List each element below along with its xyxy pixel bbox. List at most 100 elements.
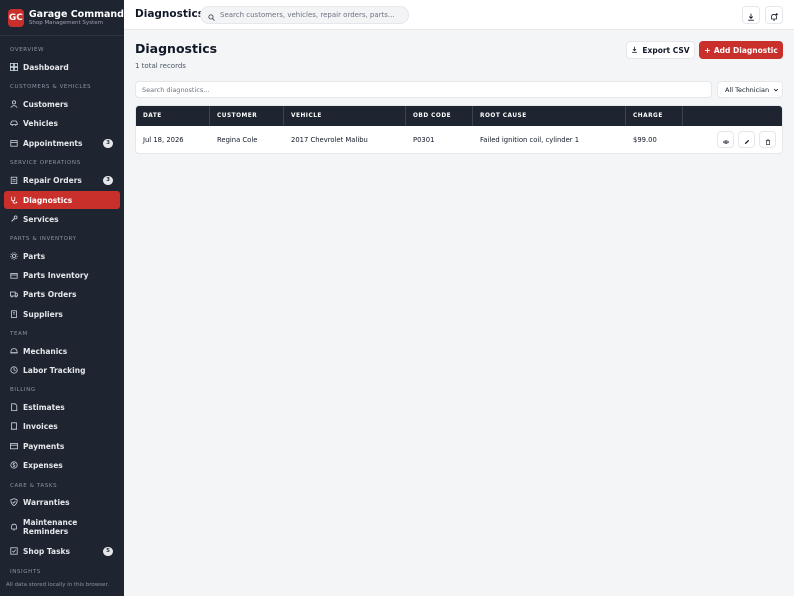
gear-icon (10, 252, 18, 260)
sidebar-item-dashboard[interactable]: Dashboard (4, 58, 120, 76)
technician-filter-select[interactable]: All Technician (717, 81, 783, 98)
car-icon (10, 119, 18, 127)
notification-icon (770, 6, 778, 25)
diagnostics-search-input[interactable] (135, 81, 712, 98)
sidebar-item-repair-orders[interactable]: Repair Orders 3 (4, 171, 120, 189)
export-label: Export CSV (642, 45, 690, 55)
sidebar-item-label: Appointments (23, 138, 83, 148)
chevron-down-icon (773, 88, 779, 92)
sidebar-item-label: Maintenance Reminders (23, 518, 78, 536)
truck-icon (10, 290, 18, 298)
export-csv-button[interactable]: Export CSV (626, 41, 695, 59)
add-diagnostic-button[interactable]: + Add Diagnostic (699, 41, 783, 59)
document-icon (10, 403, 18, 411)
sidebar-item-mechanics[interactable]: Mechanics (4, 342, 120, 360)
section-team: Team (10, 331, 28, 337)
sidebar-item-label: Customers (23, 99, 69, 109)
sidebar-item-diagnostics[interactable]: Diagnostics (4, 191, 120, 209)
section-customers-vehicles: Customers & Vehicles (10, 84, 92, 90)
cell-vehicle: 2017 Chevrolet Malibu (291, 136, 368, 144)
topbar: Diagnostics (124, 0, 794, 30)
table-header: Date Customer Vehicle OBD Code Root Caus… (136, 106, 782, 126)
plus-icon: + (704, 45, 711, 55)
sidebar-item-label: Parts (23, 251, 46, 261)
column-header-customer[interactable]: Customer (210, 106, 284, 126)
cell-customer: Regina Cole (217, 136, 258, 144)
cell-root-cause: Failed ignition coil, cylinder 1 (480, 136, 580, 144)
sidebar-item-label: Services (23, 214, 59, 224)
section-care-tasks: Care & Tasks (10, 483, 58, 489)
diagnostics-table: Date Customer Vehicle OBD Code Root Caus… (135, 105, 783, 154)
receipt-icon (10, 422, 18, 430)
search-icon (208, 6, 215, 25)
sidebar-item-suppliers[interactable]: Suppliers (4, 305, 120, 323)
clock-icon (10, 366, 18, 374)
record-count: 1 total records (135, 62, 186, 70)
grid-icon (10, 63, 18, 71)
column-header-obd-code[interactable]: OBD Code (406, 106, 473, 126)
users-icon (10, 100, 18, 108)
notifications-button[interactable] (765, 6, 783, 24)
sidebar-item-payments[interactable]: Payments (4, 437, 120, 455)
count-badge: 3 (103, 175, 113, 185)
column-header-date[interactable]: Date (136, 106, 210, 126)
pencil-icon (744, 130, 750, 149)
bell-icon (10, 523, 18, 531)
boxes-icon (10, 271, 18, 279)
sidebar-item-labor-tracking[interactable]: Labor Tracking (4, 361, 120, 379)
table-row[interactable]: Jul 18, 2026 Regina Cole 2017 Chevrolet … (136, 126, 782, 153)
dollar-icon (10, 461, 18, 469)
section-insights: Insights (10, 569, 41, 575)
download-button[interactable] (742, 6, 760, 24)
section-parts-inventory: Parts & Inventory (10, 236, 77, 242)
sidebar-item-appointments[interactable]: Appointments 3 (4, 134, 120, 152)
sidebar-item-maintenance-reminders[interactable]: Maintenance Reminders (4, 514, 120, 540)
brand-logo: GC (8, 8, 24, 27)
column-header-root-cause[interactable]: Root Cause (473, 106, 626, 126)
clipboard-icon (10, 176, 18, 184)
section-billing: Billing (10, 387, 36, 393)
brand-title: Garage Command (28, 8, 124, 20)
sidebar-item-label: Vehicles (23, 118, 58, 128)
sidebar-item-label: Repair Orders (23, 175, 82, 185)
column-header-charge[interactable]: Charge (626, 106, 683, 126)
technician-filter-value: All Technician (725, 85, 770, 94)
sidebar-item-parts-orders[interactable]: Parts Orders (4, 285, 120, 303)
sidebar-item-label: Payments (23, 441, 65, 451)
column-header-vehicle[interactable]: Vehicle (284, 106, 406, 126)
sidebar-item-invoices[interactable]: Invoices (4, 417, 120, 435)
view-button[interactable] (717, 131, 734, 148)
sidebar-item-parts-inventory[interactable]: Parts Inventory (4, 266, 120, 284)
sidebar-item-estimates[interactable]: Estimates (4, 398, 120, 416)
topbar-title: Diagnostics (135, 8, 204, 20)
sidebar-item-label: Diagnostics (23, 195, 73, 205)
sidebar-item-warranties[interactable]: Warranties (4, 493, 120, 511)
trash-icon (765, 130, 771, 149)
edit-button[interactable] (738, 131, 755, 148)
brand-subtitle: Shop Management System (28, 19, 103, 26)
hardhat-icon (10, 347, 18, 355)
sidebar-item-services[interactable]: Services (4, 210, 120, 228)
search-input[interactable] (220, 11, 400, 19)
download-icon (631, 46, 642, 55)
sidebar-item-parts[interactable]: Parts (4, 247, 120, 265)
shield-icon (10, 498, 18, 506)
sidebar-item-label: Parts Orders (23, 289, 77, 299)
sidebar-item-label: Expenses (23, 460, 63, 470)
sidebar-item-label: Warranties (23, 497, 70, 507)
sidebar-item-label: Invoices (23, 421, 58, 431)
column-header-actions (683, 106, 782, 126)
sidebar-item-vehicles[interactable]: Vehicles (4, 114, 120, 132)
sidebar-item-label: Dashboard (23, 62, 69, 72)
cell-date: Jul 18, 2026 (143, 136, 184, 144)
sidebar-item-label: Estimates (23, 402, 65, 412)
brand[interactable]: GC Garage Command Shop Management System (0, 0, 124, 36)
count-badge: 5 (103, 546, 113, 556)
sidebar-item-shop-tasks[interactable]: Shop Tasks 5 (4, 542, 120, 560)
sidebar-item-label: Suppliers (23, 309, 63, 319)
eye-icon (722, 130, 729, 149)
sidebar-item-customers[interactable]: Customers (4, 95, 120, 113)
delete-button[interactable] (759, 131, 776, 148)
global-search[interactable] (200, 6, 409, 24)
sidebar-item-expenses[interactable]: Expenses (4, 456, 120, 474)
